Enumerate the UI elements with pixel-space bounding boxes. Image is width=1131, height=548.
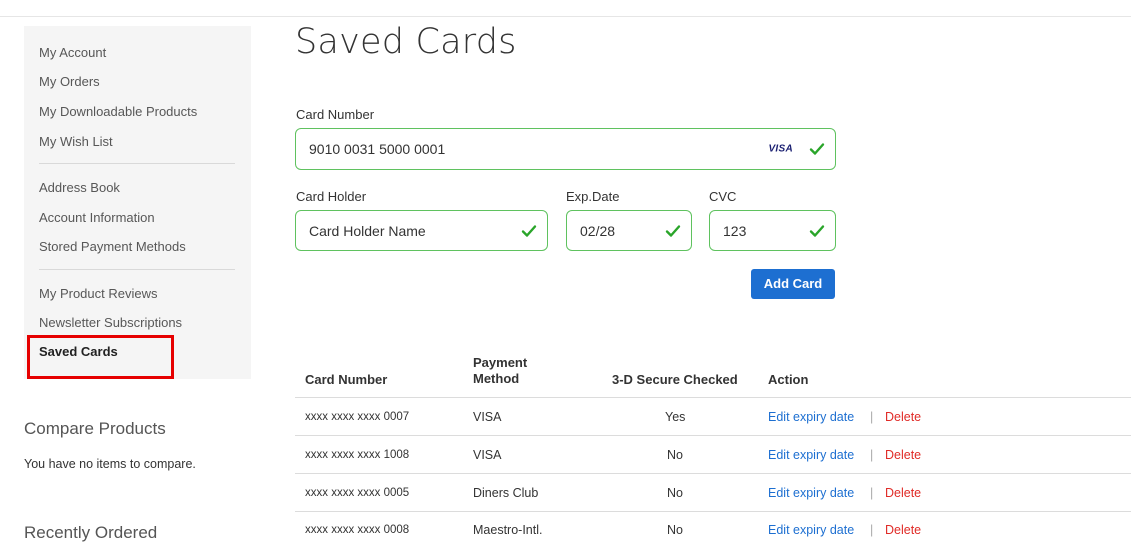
account-sidebar: My Account My Orders My Downloadable Pro… [24,26,251,379]
sidebar-divider [39,269,235,270]
card-number-cell: xxxx xxxx xxxx 0008 [305,524,410,536]
card-number-cell: xxxx xxxx xxxx 0007 [305,411,410,423]
payment-method-cell: Diners Club [473,486,539,500]
secure-checked-cell: Yes [665,410,686,424]
sidebar-item-downloadable-products[interactable]: My Downloadable Products [39,104,197,119]
card-number-field[interactable]: 9010 0031 5000 0001 VISA [295,128,836,170]
compare-empty-text: You have no items to compare. [24,457,196,471]
payment-method-cell: Maestro-Intl. [473,523,543,537]
compare-products-title: Compare Products [24,419,166,438]
card-holder-value: Card Holder Name [309,222,426,239]
edit-expiry-link[interactable]: Edit expiry date [768,523,854,537]
payment-method-cell: VISA [473,410,502,424]
action-separator: | [870,523,874,537]
delete-link[interactable]: Delete [885,523,921,537]
cvc-value: 123 [723,222,747,239]
visa-logo-icon: VISA [768,143,793,155]
sidebar-divider [39,163,235,164]
card-number-cell: xxxx xxxx xxxx 1008 [305,449,410,461]
col-header-action: Action [768,372,809,387]
check-icon [809,224,825,237]
secure-checked-cell: No [667,448,683,462]
delete-link[interactable]: Delete [885,486,921,500]
sidebar-item-stored-payment-methods[interactable]: Stored Payment Methods [39,239,186,254]
check-icon [521,224,537,237]
edit-expiry-link[interactable]: Edit expiry date [768,486,854,500]
cvc-field[interactable]: 123 [709,210,836,251]
card-number-label: Card Number [296,107,375,122]
row-divider [295,473,1131,474]
cvc-label: CVC [709,189,737,204]
col-header-card-number: Card Number [305,372,388,387]
add-card-button[interactable]: Add Card [751,269,835,299]
row-divider [295,435,1131,436]
edit-expiry-link[interactable]: Edit expiry date [768,448,854,462]
card-number-value: 9010 0031 5000 0001 [309,141,446,157]
sidebar-item-address-book[interactable]: Address Book [39,180,120,195]
sidebar-item-saved-cards[interactable]: Saved Cards [39,344,118,359]
exp-date-field[interactable]: 02/28 [566,210,692,251]
page-title: Saved Cards [295,22,517,62]
sidebar-item-product-reviews[interactable]: My Product Reviews [39,286,157,301]
sidebar-item-my-orders[interactable]: My Orders [39,74,100,89]
delete-link[interactable]: Delete [885,448,921,462]
recently-ordered-title: Recently Ordered [24,523,158,542]
row-divider [295,511,1131,512]
exp-date-value: 02/28 [580,222,616,239]
exp-date-label: Exp.Date [566,189,620,204]
card-holder-label: Card Holder [296,189,367,204]
sidebar-item-wish-list[interactable]: My Wish List [39,134,113,149]
check-icon [809,143,825,155]
delete-link[interactable]: Delete [885,410,921,424]
check-icon [665,224,681,237]
col-header-payment-method-line2: Method [473,371,520,386]
edit-expiry-link[interactable]: Edit expiry date [768,410,854,424]
top-divider [0,16,1131,17]
action-separator: | [870,486,874,500]
sidebar-item-account-information[interactable]: Account Information [39,210,155,225]
payment-method-cell: VISA [473,448,502,462]
secure-checked-cell: No [667,523,683,537]
action-separator: | [870,448,874,462]
sidebar-item-my-account[interactable]: My Account [39,45,106,60]
table-header-divider [295,397,1131,398]
action-separator: | [870,410,874,424]
col-header-payment-method-line1: Payment [473,355,528,370]
card-number-cell: xxxx xxxx xxxx 0005 [305,487,410,499]
col-header-3d-secure: 3-D Secure Checked [612,372,738,387]
card-holder-field[interactable]: Card Holder Name [295,210,548,251]
sidebar-item-newsletter-subscriptions[interactable]: Newsletter Subscriptions [39,315,182,330]
secure-checked-cell: No [667,486,683,500]
